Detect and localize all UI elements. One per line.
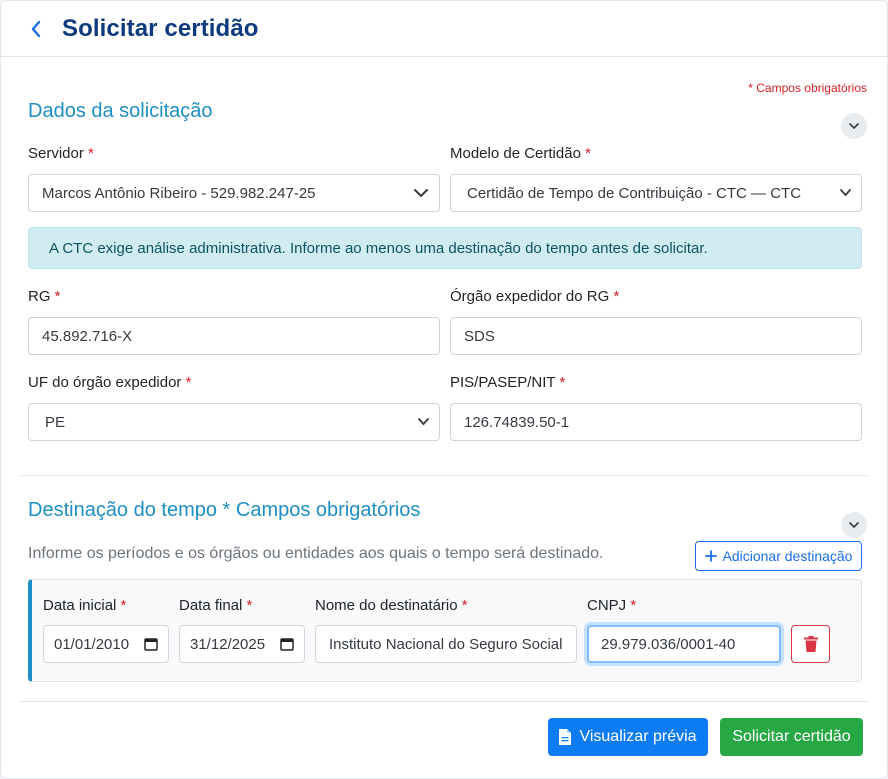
section-title-request-data: Dados da solicitação — [28, 100, 213, 122]
servidor-select[interactable]: Marcos Antônio Ribeiro - 529.982.247-25 — [28, 174, 440, 212]
section-title-time-destination: Destinação do tempo * Campos obrigatório… — [28, 499, 421, 521]
modelo-label: Modelo de Certidão * — [450, 145, 591, 162]
pis-label: PIS/PASEP/NIT * — [450, 374, 566, 391]
submit-request-button[interactable]: Solicitar certidão — [720, 718, 863, 756]
destination-description: Informe os períodos e os órgãos ou entid… — [28, 545, 604, 562]
collapse-request-data-button[interactable] — [841, 113, 867, 139]
delete-period-button[interactable] — [791, 625, 830, 663]
chevron-left-icon — [31, 20, 41, 38]
rg-input[interactable]: 45.892.716-X — [28, 317, 440, 355]
footer-divider — [21, 701, 867, 702]
orgao-expedidor-input[interactable]: SDS — [450, 317, 862, 355]
page-header: Solicitar certidão — [1, 1, 887, 57]
back-button[interactable] — [23, 16, 49, 42]
data-final-input[interactable]: 31/12/2025 — [179, 625, 305, 663]
destinatario-label: Nome do destinatário * — [315, 597, 468, 614]
cnpj-input[interactable]: 29.979.036/0001-40 — [587, 625, 781, 663]
data-inicial-label: Data inicial * — [43, 597, 127, 614]
modelo-select[interactable]: Certidão de Tempo de Contribuição - CTC … — [450, 174, 862, 212]
section-divider — [21, 475, 867, 476]
modelo-value: Certidão de Tempo de Contribuição - CTC … — [467, 184, 802, 202]
servidor-value: Marcos Antônio Ribeiro - 529.982.247-25 — [42, 184, 316, 202]
document-icon — [559, 729, 572, 745]
pis-input[interactable]: 126.74839.50-1 — [450, 403, 862, 441]
chevron-down-icon — [414, 189, 428, 197]
chevron-down-icon — [849, 122, 859, 129]
chevron-down-icon — [849, 521, 859, 528]
data-inicial-input[interactable]: 01/01/2010 — [43, 625, 169, 663]
request-card: Solicitar certidão * Campos obrigatórios… — [0, 0, 888, 779]
required-fields-note: * Campos obrigatórios — [748, 81, 867, 95]
orgao-expedidor-label: Órgão expedidor do RG * — [450, 288, 620, 305]
destinatario-input[interactable]: Instituto Nacional do Seguro Social — [315, 625, 577, 663]
cnpj-label: CNPJ * — [587, 597, 637, 614]
plus-icon — [704, 550, 717, 562]
ctc-info-alert: A CTC exige análise administrativa. Info… — [28, 227, 862, 269]
chevron-down-icon — [418, 418, 429, 426]
add-destination-button[interactable]: Adicionar destinação — [695, 541, 862, 571]
uf-label: UF do órgão expedidor * — [28, 374, 192, 391]
page-title: Solicitar certidão — [62, 15, 259, 42]
preview-button[interactable]: Visualizar prévia — [548, 718, 708, 756]
rg-label: RG * — [28, 288, 61, 305]
trash-icon — [803, 636, 818, 652]
servidor-label: Servidor * — [28, 145, 94, 162]
collapse-destination-button[interactable] — [841, 512, 867, 538]
data-final-label: Data final * — [179, 597, 253, 614]
uf-select[interactable]: PE — [28, 403, 440, 441]
calendar-icon — [144, 638, 158, 651]
calendar-icon — [280, 638, 294, 651]
chevron-down-icon — [840, 189, 851, 197]
